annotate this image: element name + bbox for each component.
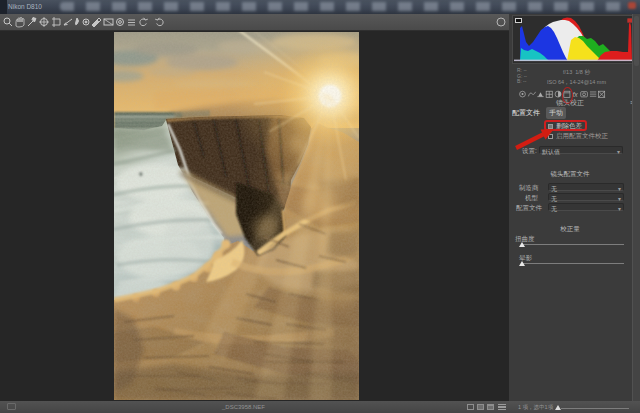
- svg-text:fx: fx: [572, 91, 578, 98]
